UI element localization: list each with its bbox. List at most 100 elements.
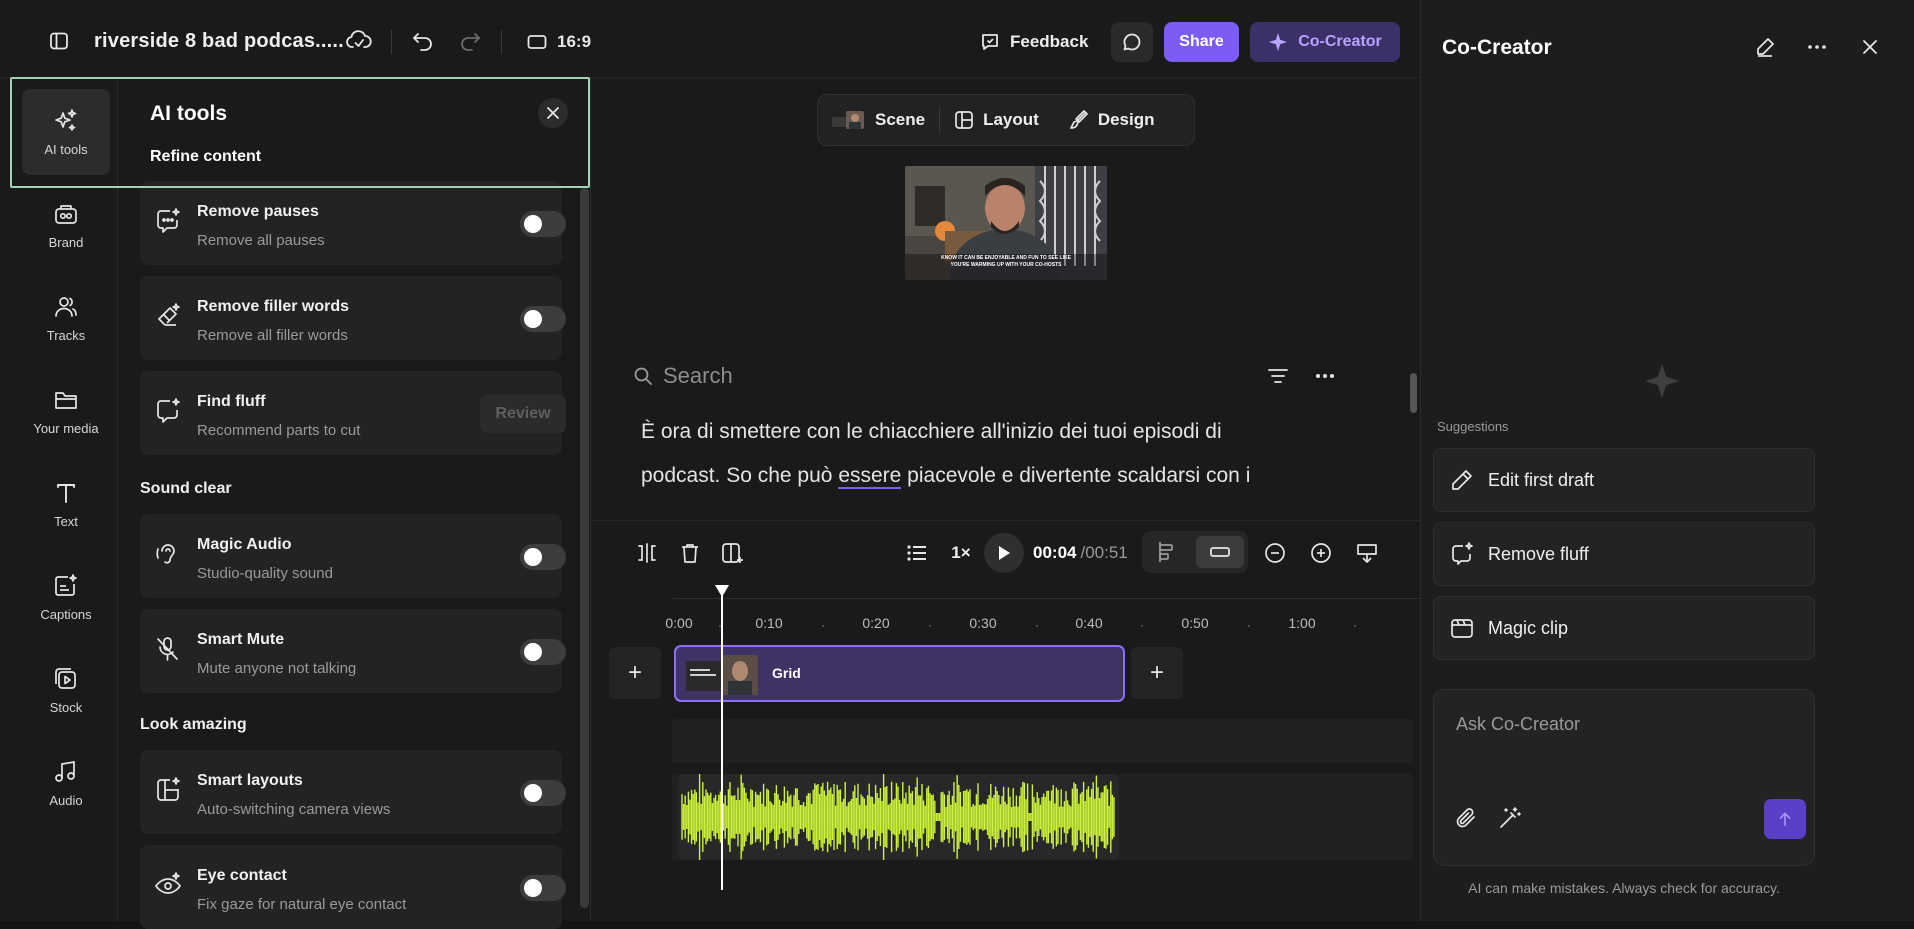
- remove-filler-words-toggle[interactable]: [520, 306, 566, 332]
- chat-sparkle-icon: [1450, 542, 1474, 566]
- sidebar-item-tracks[interactable]: Tracks: [22, 275, 110, 361]
- cocreator-toggle-button[interactable]: Co-Creator: [1250, 22, 1400, 62]
- compact-view-button[interactable]: [1196, 536, 1244, 568]
- card-title: Magic Audio: [197, 536, 292, 553]
- redo-icon[interactable]: [459, 31, 481, 51]
- filter-icon[interactable]: [1267, 366, 1289, 386]
- new-chat-icon[interactable]: [1754, 36, 1776, 58]
- ear-icon: [154, 540, 182, 568]
- cocreator-toggle-label: Co-Creator: [1298, 33, 1382, 50]
- magic-wand-icon[interactable]: [1498, 806, 1522, 830]
- undo-icon[interactable]: [412, 31, 434, 51]
- paperclip-icon[interactable]: [1454, 806, 1478, 830]
- play-button[interactable]: [984, 533, 1024, 573]
- users-icon: [53, 294, 79, 320]
- aspect-ratio-button[interactable]: 16:9: [527, 22, 591, 62]
- tab-label: Design: [1097, 110, 1155, 129]
- list-view-icon[interactable]: [897, 533, 937, 573]
- suggestion-magic-clip[interactable]: Magic clip: [1433, 596, 1815, 660]
- suggestion-remove-fluff[interactable]: Remove fluff: [1433, 522, 1815, 586]
- video-preview[interactable]: KNOW IT CAN BE ENJOYABLE AND FUN TO SEE …: [905, 166, 1107, 280]
- ai-tools-title: AI tools: [150, 102, 227, 125]
- send-button[interactable]: [1764, 799, 1806, 839]
- sparkles-icon: [53, 108, 79, 134]
- card-subtitle: Mute anyone not talking: [197, 660, 357, 677]
- sidebar-item-audio[interactable]: Audio: [22, 740, 110, 826]
- tab-design[interactable]: Design: [1053, 109, 1169, 131]
- feedback-label: Feedback: [1010, 32, 1089, 51]
- eraser-icon: [154, 302, 182, 330]
- more-options-icon[interactable]: [1314, 366, 1336, 386]
- audio-waveform[interactable]: [678, 774, 1119, 860]
- tab-layout[interactable]: Layout: [940, 110, 1053, 130]
- top-bar: riverside 8 bad podcas..... 16:9 Feedbac…: [0, 0, 1420, 78]
- add-track-before-button[interactable]: +: [609, 647, 661, 699]
- comments-button[interactable]: [1111, 22, 1153, 62]
- card-subtitle: Remove all filler words: [197, 327, 348, 344]
- add-track-after-button[interactable]: +: [1131, 647, 1183, 699]
- eye-contact-card: Eye contact Fix gaze for natural eye con…: [140, 845, 566, 929]
- transcript-text[interactable]: È ora di smettere con le chiacchiere all…: [641, 410, 1261, 498]
- playback-speed-button[interactable]: 1×: [941, 533, 981, 573]
- magic-audio-toggle[interactable]: [520, 544, 566, 570]
- music-icon: [53, 759, 79, 785]
- layout-icon: [154, 776, 182, 804]
- suggestion-label: Edit first draft: [1488, 469, 1595, 490]
- cocreator-panel: Co-Creator Suggestions Edit first draft …: [1420, 0, 1914, 921]
- review-button[interactable]: Review: [480, 395, 566, 433]
- playhead[interactable]: [721, 590, 723, 890]
- close-ai-tools-button[interactable]: [538, 98, 568, 128]
- close-icon[interactable]: [1859, 36, 1881, 58]
- add-media-icon[interactable]: [713, 533, 753, 573]
- remove-pauses-toggle[interactable]: [520, 211, 566, 237]
- sidebar-toggle-icon[interactable]: [49, 31, 69, 51]
- timeline-clip[interactable]: Grid: [674, 645, 1125, 702]
- cloud-sync-icon[interactable]: [346, 29, 372, 51]
- magic-audio-card: Magic Audio Studio-quality sound: [140, 514, 566, 598]
- refine-content-heading: Refine content: [150, 148, 262, 165]
- delete-icon[interactable]: [670, 533, 710, 573]
- ai-disclaimer: AI can make mistakes. Always check for a…: [1468, 880, 1780, 896]
- sidebar-item-text[interactable]: Text: [22, 461, 110, 547]
- sidebar-item-ai-tools[interactable]: AI tools: [22, 89, 110, 175]
- transcript-current-word: essere: [838, 464, 902, 489]
- timeline-ruler[interactable]: 0:00 0:10 0:20 0:30 0:40 0:50 1:00: [665, 598, 1421, 631]
- sidebar-item-label: AI tools: [44, 141, 88, 157]
- left-rail: AI tools Brand Tracks Your media Text Ca…: [10, 78, 118, 921]
- sidebar-item-label: Tracks: [46, 327, 86, 343]
- card-title: Eye contact: [197, 867, 287, 884]
- transcript-scrollbar[interactable]: [1410, 373, 1417, 413]
- timeline-toolbar: 1× 00:04 /00:51: [591, 520, 1421, 580]
- project-title[interactable]: riverside 8 bad podcas.....: [94, 30, 344, 53]
- smart-layouts-toggle[interactable]: [520, 780, 566, 806]
- empty-track-lane[interactable]: [672, 719, 1413, 763]
- cocreator-title: Co-Creator: [1442, 36, 1552, 59]
- transcript-search[interactable]: Search: [633, 356, 1213, 396]
- card-title: Find fluff: [197, 393, 266, 410]
- sidebar-item-stock[interactable]: Stock: [22, 647, 110, 733]
- fit-timeline-icon[interactable]: [1349, 533, 1385, 573]
- aspect-ratio-icon: [527, 34, 547, 50]
- eye-contact-toggle[interactable]: [520, 875, 566, 901]
- sidebar-item-brand[interactable]: Brand: [22, 182, 110, 268]
- layout-icon: [954, 110, 974, 130]
- sidebar-item-captions[interactable]: Captions: [22, 554, 110, 640]
- sidebar-item-label: Stock: [49, 699, 83, 715]
- sidebar-item-your-media[interactable]: Your media: [22, 368, 110, 454]
- zoom-in-icon[interactable]: [1303, 533, 1339, 573]
- ask-cocreator-input[interactable]: Ask Co-Creator: [1433, 689, 1815, 866]
- share-button[interactable]: Share: [1164, 22, 1239, 62]
- split-icon[interactable]: [627, 533, 667, 573]
- smart-mute-toggle[interactable]: [520, 639, 566, 665]
- panel-scrollbar[interactable]: [580, 188, 589, 908]
- sparkle-icon: [1268, 32, 1288, 52]
- scene-thumbnail-icon: [832, 109, 866, 131]
- zoom-out-icon[interactable]: [1257, 533, 1293, 573]
- more-options-icon[interactable]: [1806, 36, 1828, 58]
- pencil-icon: [1450, 468, 1474, 492]
- aspect-ratio-label: 16:9: [557, 32, 592, 51]
- feedback-button[interactable]: Feedback: [980, 22, 1088, 62]
- align-view-icon[interactable]: [1152, 541, 1182, 563]
- suggestion-edit-first-draft[interactable]: Edit first draft: [1433, 448, 1815, 512]
- tab-scene[interactable]: Scene: [818, 109, 939, 131]
